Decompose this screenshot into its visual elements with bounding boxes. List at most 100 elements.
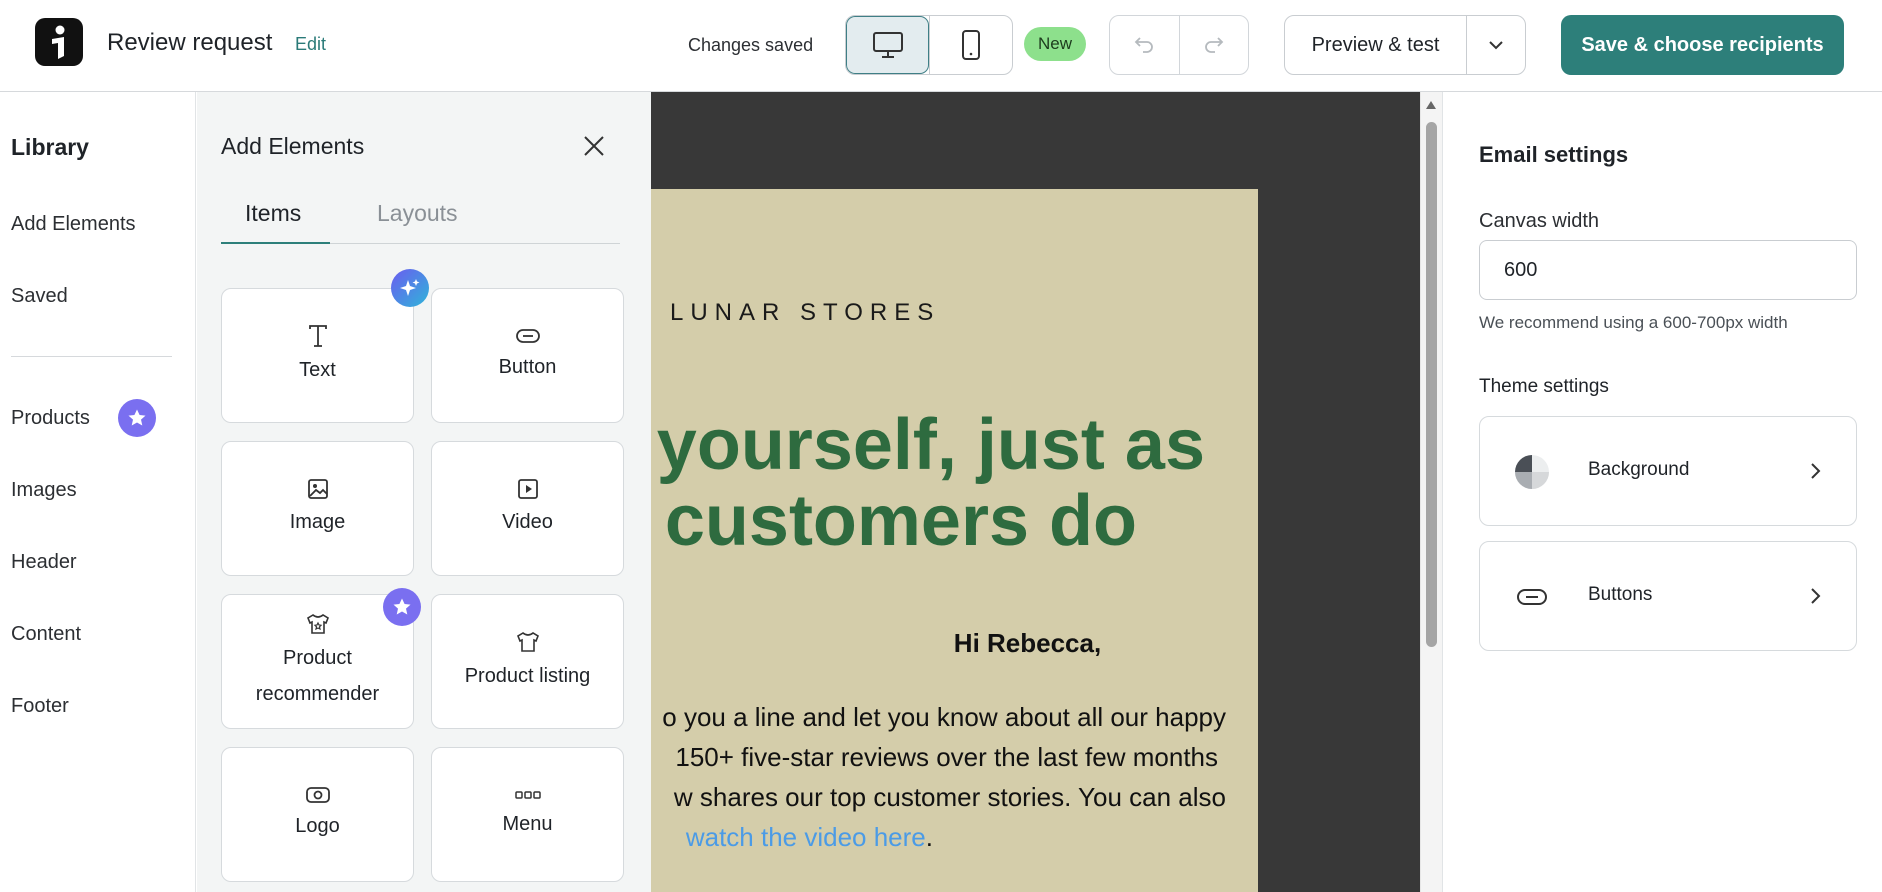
- product-listing-icon: [516, 631, 539, 652]
- sidebar-item-content[interactable]: Content: [11, 623, 81, 646]
- panel-tabs: Items Layouts: [221, 198, 620, 244]
- edit-title-link[interactable]: Edit: [295, 34, 326, 55]
- tile-image[interactable]: Image: [221, 441, 414, 576]
- buttons-icon: [1514, 579, 1550, 615]
- body-period: .: [925, 822, 933, 852]
- sidebar-divider: [11, 356, 172, 357]
- undo-button[interactable]: [1110, 16, 1179, 74]
- video-icon: [517, 478, 538, 499]
- tile-label: Logo: [295, 814, 340, 837]
- undo-icon: [1134, 37, 1154, 53]
- button-icon: [515, 328, 540, 343]
- sidebar-item-images[interactable]: Images: [11, 479, 77, 502]
- canvas-width-input[interactable]: [1479, 240, 1857, 300]
- email-body[interactable]: o you a line and let you know about all …: [651, 697, 1226, 857]
- buttons-setting-card[interactable]: Buttons: [1479, 541, 1857, 651]
- add-elements-panel: Add Elements Items Layouts Text Button I…: [197, 92, 651, 892]
- mobile-view-button[interactable]: [929, 16, 1012, 74]
- video-link[interactable]: watch the video here: [686, 822, 926, 852]
- scroll-up-arrow-icon[interactable]: [1426, 101, 1436, 109]
- redo-button[interactable]: [1178, 16, 1249, 74]
- tab-layouts[interactable]: Layouts: [377, 200, 458, 227]
- body-line3: w shares our top customer stories. You c…: [673, 782, 1226, 812]
- sparkle-icon: [400, 279, 420, 296]
- tile-label: Text: [299, 358, 336, 381]
- chevron-right-icon: [1804, 584, 1828, 608]
- sidebar-item-products[interactable]: Products: [11, 407, 90, 430]
- email-brand[interactable]: LUNAR STORES: [670, 299, 940, 327]
- new-badge: New: [1024, 27, 1087, 61]
- top-bar: Review request Edit Changes saved New Pr…: [0, 0, 1882, 92]
- menu-icon: [514, 790, 541, 799]
- tile-label: Button: [498, 355, 557, 378]
- chevron-down-icon: [1489, 41, 1503, 50]
- tile-label-line2: recommender: [255, 682, 380, 705]
- background-setting-card[interactable]: Background: [1479, 416, 1857, 526]
- panel-title: Add Elements: [221, 133, 365, 159]
- logo-icon: [52, 25, 65, 59]
- body-line1: o you a line and let you know about all …: [662, 702, 1226, 732]
- mobile-icon: [962, 30, 980, 60]
- canvas-scrollbar[interactable]: [1420, 92, 1442, 892]
- background-icon: [1514, 454, 1550, 490]
- desktop-icon: [872, 32, 903, 58]
- star-icon: [393, 598, 411, 615]
- library-title: Library: [11, 134, 89, 160]
- save-choose-recipients-button[interactable]: Save & choose recipients: [1561, 15, 1844, 75]
- preview-group: Preview & test: [1284, 15, 1526, 75]
- products-star-badge: [118, 399, 156, 437]
- sidebar-item-saved[interactable]: Saved: [11, 285, 68, 308]
- close-panel-button[interactable]: [580, 132, 608, 160]
- preview-test-button[interactable]: Preview & test: [1285, 16, 1466, 74]
- sidebar-item-add-elements[interactable]: Add Elements: [11, 213, 136, 236]
- product-recommender-icon: [306, 613, 329, 634]
- active-tab-indicator: [221, 242, 330, 244]
- email-preview[interactable]: LUNAR STORES yourself, just as customers…: [651, 189, 1258, 892]
- tile-button[interactable]: Button: [431, 288, 624, 423]
- logo-icon: [305, 786, 330, 803]
- tile-label: Product listing: [464, 664, 591, 687]
- scroll-thumb[interactable]: [1426, 122, 1437, 647]
- ai-badge: [391, 269, 429, 307]
- products-star-badge: [383, 588, 421, 626]
- save-status: Changes saved: [688, 35, 814, 55]
- sidebar-item-header[interactable]: Header: [11, 551, 77, 574]
- preview-dropdown-button[interactable]: [1466, 16, 1525, 74]
- library-sidebar: Library Add Elements Saved Products Imag…: [0, 92, 196, 892]
- desktop-view-button[interactable]: [846, 16, 929, 74]
- headline-line1: yourself, just as: [656, 405, 1205, 485]
- settings-title: Email settings: [1479, 142, 1629, 167]
- buttons-label: Buttons: [1588, 584, 1653, 605]
- sidebar-item-footer[interactable]: Footer: [11, 695, 69, 718]
- email-greeting[interactable]: Hi Rebecca,: [651, 628, 1258, 659]
- chevron-right-icon: [1804, 459, 1828, 483]
- tile-video[interactable]: Video: [431, 441, 624, 576]
- body-line2: 150+ five-star reviews over the last few…: [675, 742, 1218, 772]
- headline-line2: customers do: [664, 481, 1137, 561]
- star-icon: [128, 409, 146, 426]
- settings-panel: Email settings Canvas width We recommend…: [1442, 92, 1882, 892]
- tile-menu[interactable]: Menu: [431, 747, 624, 882]
- image-icon: [307, 478, 328, 499]
- text-icon: [308, 324, 327, 347]
- tile-label-line1: Product: [283, 646, 352, 669]
- tab-items[interactable]: Items: [245, 200, 301, 227]
- device-toggle: [845, 15, 1013, 75]
- undo-redo-group: [1109, 15, 1249, 75]
- tile-text[interactable]: Text: [221, 288, 414, 423]
- canvas-width-hint: We recommend using a 600-700px width: [1479, 313, 1788, 332]
- tile-logo[interactable]: Logo: [221, 747, 414, 882]
- email-headline[interactable]: yourself, just as customers do: [651, 407, 1258, 559]
- tile-label: Menu: [502, 812, 553, 835]
- tile-label: Product recommender: [256, 640, 379, 712]
- canvas-width-label: Canvas width: [1479, 210, 1600, 232]
- theme-settings-label: Theme settings: [1479, 376, 1609, 397]
- email-canvas: LUNAR STORES yourself, just as customers…: [651, 92, 1420, 892]
- close-icon: [584, 136, 604, 156]
- app-logo[interactable]: [35, 18, 83, 66]
- page-title: Review request: [107, 29, 273, 56]
- background-label: Background: [1588, 459, 1690, 480]
- tile-label: Image: [289, 510, 346, 533]
- tile-label: Video: [502, 510, 553, 533]
- tile-product-listing[interactable]: Product listing: [431, 594, 624, 729]
